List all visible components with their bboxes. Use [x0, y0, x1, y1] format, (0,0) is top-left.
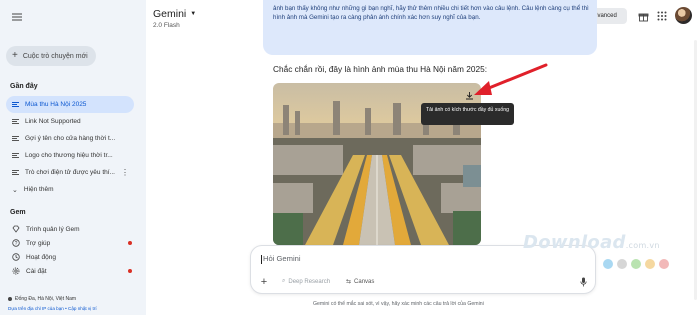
chevron-down-icon: ⌄ [12, 186, 18, 194]
gem-list: Trình quản lý Gem ? Trợ giúp Hoạt động C… [6, 222, 134, 278]
chat-icon [12, 153, 19, 158]
update-location-link[interactable]: Dựa trên địa chỉ IP của bạn • Cập nhật v… [8, 306, 97, 311]
chat-icon [12, 102, 19, 107]
gem-title: Gem [10, 209, 26, 216]
help-icon: ? [12, 239, 20, 247]
avatar[interactable] [675, 7, 692, 24]
gem-item-label: Trình quản lý Gem [26, 225, 80, 233]
model-name: 2.0 Flash [153, 22, 180, 29]
prompt-input[interactable]: Hỏi Gemini [261, 254, 301, 264]
help-item[interactable]: ? Trợ giúp [6, 236, 134, 250]
watermark-dot [603, 259, 613, 269]
notification-dot [128, 269, 132, 273]
gem-manager-icon [12, 225, 20, 233]
prompt-bubble: ảnh bạn thấy không như những gì bạn nghĩ… [263, 0, 597, 55]
canvas-button[interactable]: ⇆ Canvas [341, 275, 379, 288]
prompt-placeholder: Hỏi Gemini [263, 254, 301, 263]
recent-item-label: Gợi ý tên cho cửa hàng thời t... [25, 135, 116, 142]
gem-manager-item[interactable]: Trình quản lý Gem [6, 222, 134, 236]
sidebar: + Cuộc trò chuyện mới Gần đây Mùa thu Hà… [0, 0, 146, 315]
chat-icon [12, 136, 19, 141]
notification-dot [128, 241, 132, 245]
svg-text:?: ? [15, 241, 18, 247]
chat-icon [12, 170, 19, 175]
watermark-logo: Download.com.vn [523, 232, 660, 253]
add-file-icon[interactable]: + [258, 276, 270, 288]
deep-research-button[interactable]: ⌕ Deep Research [277, 275, 335, 288]
location-text: Đống Đa, Hà Nội, Việt Nam [8, 296, 76, 302]
chat-icon [12, 119, 19, 124]
new-chat-button[interactable]: + Cuộc trò chuyện mới [6, 46, 96, 66]
activity-item[interactable]: Hoạt động [6, 250, 134, 264]
text-caret [261, 254, 262, 264]
caret-down-icon: ▼ [190, 11, 197, 17]
plus-icon: + [12, 50, 18, 61]
activity-icon [12, 253, 20, 261]
recent-item[interactable]: Logo cho thương hiệu thời tr... [6, 147, 134, 164]
gem-item-label: Trợ giúp [26, 239, 51, 247]
recent-item-label: Logo cho thương hiệu thời tr... [25, 152, 113, 159]
watermark-dot [645, 259, 655, 269]
recent-item[interactable]: Mùa thu Hà Nội 2025 [6, 96, 134, 113]
microphone-icon[interactable] [578, 276, 588, 288]
gem-item-label: Hoạt động [26, 253, 56, 261]
watermark-name: Download [523, 232, 626, 253]
deep-research-label: Deep Research [288, 278, 331, 285]
app-title: Gemini [153, 8, 187, 20]
canvas-icon: ⇆ [346, 279, 352, 285]
watermark-dot [659, 259, 669, 269]
watermark-dots [603, 259, 669, 269]
show-more-button[interactable]: ⌄ Hiện thêm [6, 181, 134, 198]
canvas-label: Canvas [354, 278, 375, 285]
watermark-dot [617, 259, 627, 269]
recent-item[interactable]: Trò chơi điện tử được yêu thí... ⋮ [6, 164, 134, 181]
gem-item-label: Cài đặt [26, 267, 47, 275]
deep-research-icon: ⌕ [282, 278, 286, 284]
recent-item-label: Link Not Supported [25, 118, 81, 125]
red-arrow-annotation [474, 63, 548, 95]
watermark-dot [631, 259, 641, 269]
model-selector[interactable]: Gemini ▼ [153, 8, 196, 20]
recent-list: Mùa thu Hà Nội 2025 Link Not Supported G… [6, 96, 134, 198]
scrollbar[interactable] [694, 40, 697, 300]
settings-icon [12, 267, 20, 275]
disclaimer-text: Gemini có thể mắc sai sót, vì vậy, hãy x… [313, 301, 484, 307]
recent-item[interactable]: Link Not Supported [6, 113, 134, 130]
menu-icon[interactable] [9, 9, 25, 25]
recent-item[interactable]: Gợi ý tên cho cửa hàng thời t... [6, 130, 134, 147]
apps-grid-icon[interactable] [656, 10, 668, 22]
more-options-icon[interactable]: ⋮ [121, 168, 134, 177]
download-tooltip: Tải ảnh có kích thước đầy đủ xuống [421, 103, 514, 125]
show-more-label: Hiện thêm [23, 186, 54, 193]
watermark-tld: .com.vn [625, 241, 660, 250]
location-label: Đống Đa, Hà Nội, Việt Nam [15, 296, 77, 302]
recent-title: Gần đây [10, 83, 38, 90]
new-chat-label: Cuộc trò chuyện mới [22, 52, 88, 60]
location-dot-icon [8, 296, 12, 301]
gift-icon[interactable] [637, 10, 649, 22]
response-text: Chắc chắn rồi, đây là hình ảnh mùa thu H… [273, 64, 488, 74]
recent-item-label: Mùa thu Hà Nội 2025 [25, 101, 87, 108]
recent-item-label: Trò chơi điện tử được yêu thí... [25, 169, 115, 176]
settings-item[interactable]: Cài đặt [6, 264, 134, 278]
